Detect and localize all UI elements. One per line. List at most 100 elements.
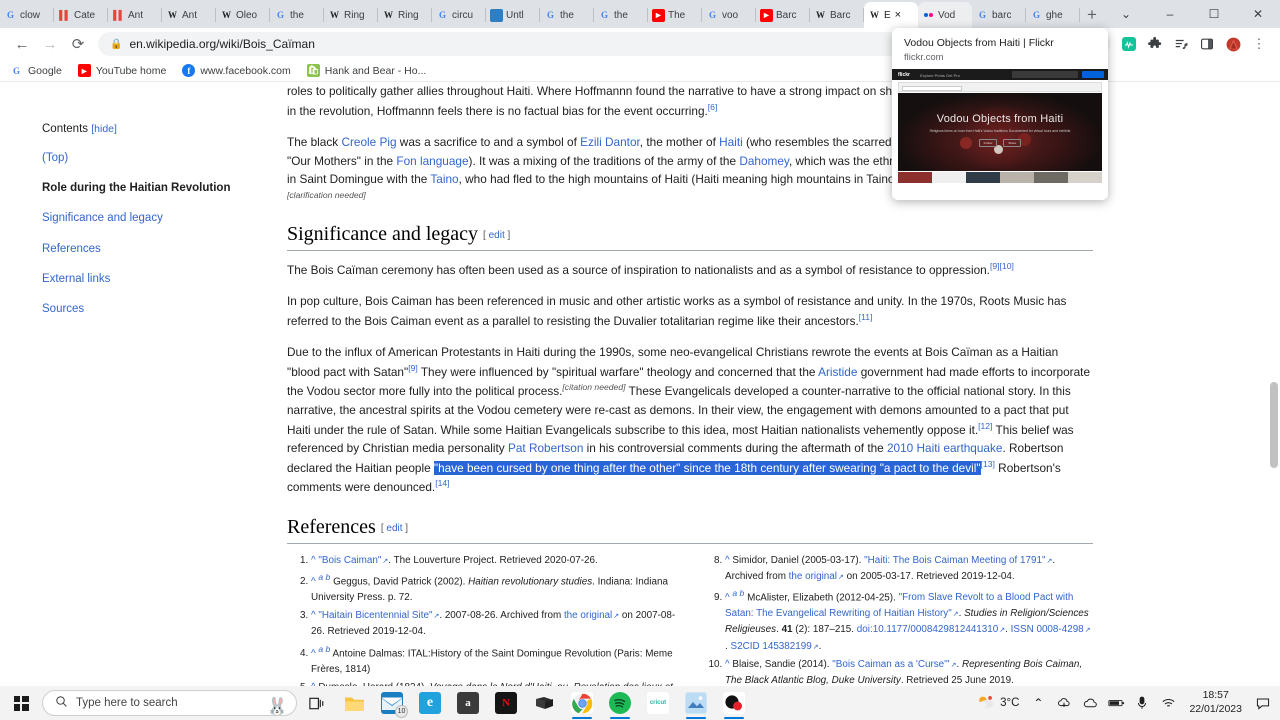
edit-section-link[interactable]: [ edit ]: [483, 230, 510, 241]
link-2010-haiti-earthquake[interactable]: 2010 Haiti earthquake: [887, 441, 1002, 455]
link-haiti[interactable]: Haiti: [719, 135, 743, 149]
browser-tab[interactable]: Untl: [486, 2, 540, 28]
backlink-ab[interactable]: a b: [732, 588, 744, 598]
new-tab-button[interactable]: +: [1080, 2, 1104, 28]
reference-external-link[interactable]: "Bois Caiman as a 'Curse'": [832, 659, 956, 670]
taskbar-app-button[interactable]: a: [449, 686, 487, 720]
link-fon-language[interactable]: Fon language: [396, 154, 468, 168]
wifi-icon[interactable]: [1155, 686, 1181, 720]
bookmark-youtube-home[interactable]: ► YouTube home: [77, 64, 166, 77]
ref-marker[interactable]: [6]: [708, 102, 718, 112]
taskbar-app-button[interactable]: cricut: [639, 686, 677, 720]
side-panel-icon[interactable]: [1194, 31, 1220, 57]
taskbar-search-box[interactable]: Type here to search 🐰: [42, 690, 297, 716]
cloud-icon[interactable]: [1077, 686, 1103, 720]
ref-marker[interactable]: [12]: [978, 421, 992, 431]
citation-needed-marker[interactable]: [citation needed]: [562, 382, 625, 392]
extensions-puzzle-icon[interactable]: [1142, 31, 1168, 57]
scrollbar-thumb[interactable]: [1270, 382, 1278, 468]
backlink-caret[interactable]: ^: [311, 576, 316, 587]
taskbar-app-button[interactable]: [601, 686, 639, 720]
edit-section-link[interactable]: [ edit ]: [381, 523, 408, 534]
notification-icon[interactable]: [1250, 686, 1276, 720]
backlink-caret[interactable]: ^: [725, 659, 730, 670]
ref-marker[interactable]: [14]: [435, 478, 449, 488]
toc-hide-link[interactable]: [hide]: [91, 123, 117, 135]
microphone-icon[interactable]: [1129, 686, 1155, 720]
reference-external-link[interactable]: the original: [564, 610, 619, 621]
browser-tab[interactable]: Gthe: [594, 2, 648, 28]
task-view-button[interactable]: [297, 686, 335, 720]
ref-marker[interactable]: [11]: [859, 312, 873, 322]
browser-tab[interactable]: W Barc: [810, 2, 864, 28]
tray-expand-chevron-icon[interactable]: ⌃: [1025, 686, 1051, 720]
browser-tab[interactable]: Gbarc: [972, 2, 1026, 28]
search-tabs-button[interactable]: ⌄: [1104, 0, 1148, 28]
bookmark-google[interactable]: G Google: [10, 64, 62, 77]
ref-marker[interactable]: [9][10]: [990, 261, 1014, 271]
onedrive-icon[interactable]: [1051, 686, 1077, 720]
link-creole-pig[interactable]: Creole Pig: [341, 135, 396, 149]
backlink-caret[interactable]: ^: [311, 555, 316, 566]
browser-tab[interactable]: ► The: [648, 2, 702, 28]
backlink-ab[interactable]: a b: [318, 644, 330, 654]
reading-list-icon[interactable]: [1168, 31, 1194, 57]
taskbar-app-button[interactable]: 10: [373, 686, 411, 720]
browser-tab[interactable]: Gclow: [0, 2, 54, 28]
reference-external-link[interactable]: "Bois Caiman": [318, 555, 388, 566]
forward-button[interactable]: →: [36, 30, 64, 58]
bookmark-hank-and-bear[interactable]: 🛍 Hank and Bear - Ho...: [306, 64, 426, 77]
browser-tab[interactable]: W E ×: [864, 2, 918, 28]
taskbar-app-button[interactable]: e: [411, 686, 449, 720]
toc-item-external-links[interactable]: External links: [42, 272, 232, 287]
browser-tab[interactable]: Vod: [918, 2, 972, 28]
reference-external-link[interactable]: "Haiti: The Bois Caiman Meeting of 1791": [864, 555, 1052, 566]
chrome-menu-icon[interactable]: ⋮: [1246, 31, 1272, 57]
toc-item-references[interactable]: References: [42, 242, 232, 257]
link-ezili-dantor[interactable]: Ezili Dantor: [580, 135, 640, 149]
browser-tab[interactable]: Gghe: [1026, 2, 1080, 28]
close-window-button[interactable]: ✕: [1236, 0, 1280, 28]
reference-external-link[interactable]: S2CID 145382199: [731, 641, 819, 652]
taskbar-clock[interactable]: 18:57 22/01/2023: [1181, 689, 1250, 716]
toc-item-significance-and-legacy[interactable]: Significance and legacy: [42, 211, 232, 226]
start-button[interactable]: [0, 686, 42, 720]
clarification-needed-marker[interactable]: [clarification needed]: [287, 190, 366, 200]
browser-tab[interactable]: ▌▌ Ant: [108, 2, 162, 28]
reference-external-link[interactable]: the original: [789, 571, 844, 582]
backlink-caret[interactable]: ^: [725, 592, 730, 603]
browser-tab[interactable]: W Ant: [162, 2, 216, 28]
toc-item-sources[interactable]: Sources: [42, 302, 232, 317]
taskbar-app-button[interactable]: [677, 686, 715, 720]
bookmark-facebook[interactable]: f www.facebook.com: [182, 64, 291, 77]
toc-item-role-during-the-haitian-revolution[interactable]: Role during the Haitian Revolution: [42, 181, 232, 196]
reference-external-link[interactable]: ISSN 0008-4298: [1011, 624, 1091, 635]
backlink-caret[interactable]: ^: [311, 610, 316, 621]
link-pat-robertson[interactable]: Pat Robertson: [508, 441, 583, 455]
link-aristide[interactable]: Aristide: [818, 365, 857, 379]
taskbar-app-button[interactable]: N: [487, 686, 525, 720]
browser-tab[interactable]: ▌▌ Cate: [54, 2, 108, 28]
taskbar-app-button[interactable]: [563, 686, 601, 720]
browser-tab[interactable]: Gthe: [540, 2, 594, 28]
battery-icon[interactable]: [1103, 686, 1129, 720]
browser-tab[interactable]: Gvoo: [702, 2, 756, 28]
browser-tab[interactable]: W Oleo: [216, 2, 270, 28]
close-tab-button[interactable]: ×: [895, 9, 901, 21]
reference-external-link[interactable]: doi:10.1177/0008429812441310: [857, 624, 1005, 635]
backlink-caret[interactable]: ^: [725, 555, 730, 566]
browser-tab[interactable]: Gthe: [270, 2, 324, 28]
reference-external-link[interactable]: "Haitain Bicentennial Site": [318, 610, 439, 621]
browser-tab[interactable]: W Ring: [324, 2, 378, 28]
toc-item-top[interactable]: (Top): [42, 151, 232, 166]
selected-text[interactable]: "have been cursed by one thing after the…: [433, 460, 981, 475]
weather-widget[interactable]: 3°C: [971, 695, 1025, 712]
backlink-ab[interactable]: a b: [318, 572, 330, 582]
browser-tab[interactable]: W Ring: [378, 2, 432, 28]
back-button[interactable]: ←: [8, 30, 36, 58]
page-scrollbar[interactable]: [1267, 82, 1280, 686]
profile-avatar-icon[interactable]: [1220, 31, 1246, 57]
taskbar-app-button[interactable]: [715, 686, 753, 720]
link-dahomey[interactable]: Dahomey: [739, 154, 789, 168]
browser-tab[interactable]: Gcircu: [432, 2, 486, 28]
